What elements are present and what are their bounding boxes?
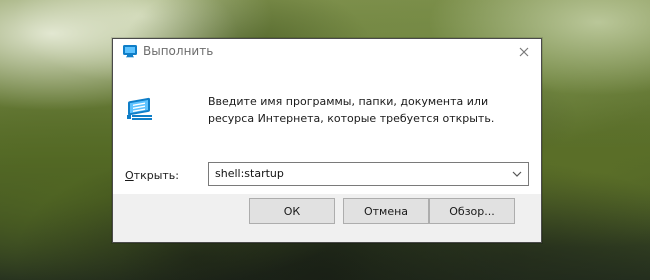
close-button[interactable] [507,39,541,64]
run-icon [127,97,152,120]
close-icon [519,47,529,56]
open-label-mnemonic: О [125,169,134,182]
open-input[interactable] [209,163,505,185]
open-label: Открыть: [125,169,179,182]
ok-button[interactable]: ОК [249,198,335,224]
run-dialog: Выполнить Введите имя программы, папки, … [112,38,542,243]
dialog-description: Введите имя программы, папки, документа … [208,95,495,125]
window-title: Выполнить [143,44,214,58]
dropdown-button[interactable] [506,163,528,185]
chevron-down-icon [512,171,522,177]
content-area: Введите имя программы, папки, документа … [113,64,541,194]
cancel-button[interactable]: Отмена [343,198,429,224]
open-label-text: ткрыть: [133,169,179,182]
open-combobox[interactable] [208,162,529,186]
title-bar: Выполнить [113,39,541,64]
browse-button[interactable]: Обзор... [429,198,515,224]
run-icon [123,45,137,58]
